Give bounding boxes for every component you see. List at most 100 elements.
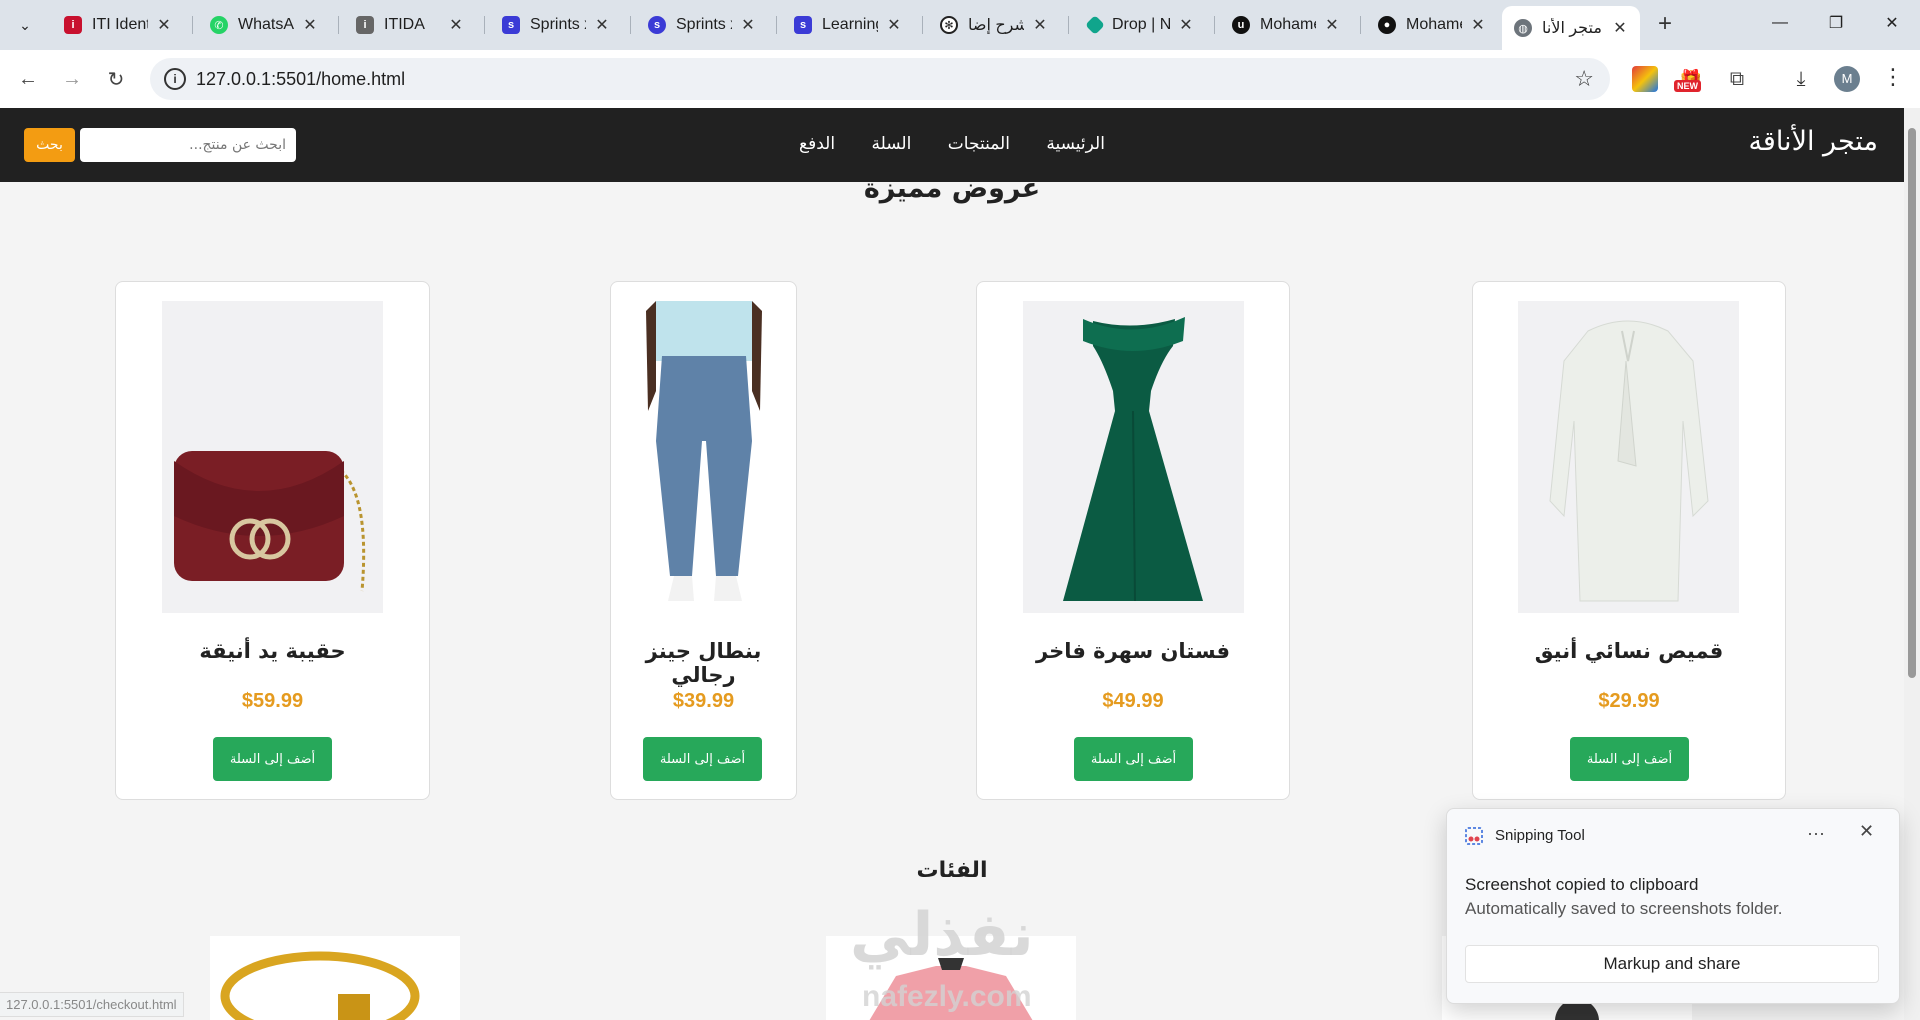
add-to-cart-button[interactable]: أضف إلى السلة [213, 737, 332, 781]
featured-title: عروض مميزة [863, 173, 1041, 204]
status-url-bar: 127.0.0.1:5501/checkout.html [0, 992, 184, 1017]
drop-icon [1085, 15, 1105, 35]
markup-and-share-button[interactable]: Markup and share [1465, 945, 1879, 983]
product-name: فستان سهرة فاخر [1036, 639, 1230, 663]
product-image-handbag[interactable] [162, 301, 383, 613]
tab-title: Sprints x [530, 16, 586, 33]
product-name: قميص نسائي أنيق [1534, 639, 1724, 663]
snipping-tool-icon [1465, 827, 1483, 845]
whatsapp-icon: ✆ [210, 16, 228, 34]
tab-close-icon[interactable]: ✕ [1470, 15, 1486, 35]
minimize-icon[interactable]: — [1752, 0, 1808, 46]
product-card: حقيبة يد أنيقة $59.99 أضف إلى السلة [115, 281, 430, 800]
product-price: $59.99 [241, 690, 304, 712]
tab-itida[interactable]: i ITIDA ✕ [344, 8, 476, 42]
add-to-cart-button[interactable]: أضف إلى السلة [643, 737, 762, 781]
scrollbar-thumb[interactable] [1908, 128, 1916, 678]
tab-active-store[interactable]: ◍ متجر الأنا ✕ [1502, 6, 1640, 50]
new-tab-plus-icon[interactable]: + [1650, 10, 1680, 40]
tab-title: WhatsAp [238, 16, 294, 33]
add-to-cart-button[interactable]: أضف إلى السلة [1074, 737, 1193, 781]
tab-close-icon[interactable]: ✕ [594, 15, 610, 35]
sprints-icon: s [794, 16, 812, 34]
address-url[interactable]: 127.0.0.1:5501/home.html [196, 69, 405, 90]
tab-close-icon[interactable]: ✕ [302, 15, 318, 35]
download-icon[interactable]: ⤓ [1788, 66, 1814, 92]
extensions-puzzle-icon[interactable]: ⧉ [1724, 66, 1750, 92]
sprints-icon: s [502, 16, 520, 34]
toast-subtext: Automatically saved to screenshots folde… [1465, 899, 1783, 918]
tab-title: Sprints x [676, 16, 732, 33]
tab-title: Mohame [1406, 16, 1462, 33]
tab-close-icon[interactable]: ✕ [1178, 15, 1194, 35]
forward-icon[interactable]: → [56, 63, 88, 95]
iti-icon: i [64, 16, 82, 34]
tab-chatgpt[interactable]: ✻ شرح إضا ✕ [928, 8, 1060, 42]
reload-icon[interactable]: ↻ [100, 63, 132, 95]
profile-avatar[interactable]: M [1834, 66, 1860, 92]
nav-checkout[interactable]: الدفع [799, 134, 835, 154]
product-card: قميص نسائي أنيق $29.99 أضف إلى السلة [1472, 281, 1786, 800]
product-image-jeans[interactable] [634, 301, 774, 613]
tab-sprints-1[interactable]: s Sprints x ✕ [490, 8, 622, 42]
restore-icon[interactable]: ❐ [1808, 0, 1864, 46]
tab-title: Mohame [1260, 16, 1316, 33]
watermark-arabic: نفذلي [850, 900, 1034, 970]
tab-title: شرح إضا [968, 17, 1024, 34]
tab-close-icon[interactable]: ✕ [740, 15, 756, 35]
tab-title: Drop | N [1112, 16, 1170, 33]
product-price: $29.99 [1598, 690, 1660, 712]
watermark-latin: nafezly.com [862, 980, 1032, 1013]
bookmark-star-icon[interactable]: ☆ [1574, 66, 1594, 92]
product-name: حقيبة يد أنيقة [199, 639, 346, 663]
tab-github[interactable]: ● Mohame ✕ [1366, 8, 1498, 42]
product-price: $39.99 [672, 690, 735, 712]
tab-search-chevron-icon[interactable]: ⌄ [8, 8, 42, 42]
menu-kebab-icon[interactable]: ⋮ [1882, 64, 1904, 90]
product-image-blouse[interactable] [1518, 301, 1739, 613]
tab-close-icon[interactable]: ✕ [1324, 15, 1340, 35]
tab-close-icon[interactable]: ✕ [448, 15, 464, 35]
tab-whatsapp[interactable]: ✆ WhatsAp ✕ [198, 8, 330, 42]
window-close-icon[interactable]: ✕ [1864, 0, 1920, 46]
snipping-tool-notification: Snipping Tool ··· ✕ Screenshot copied to… [1446, 808, 1900, 1004]
product-image-dress[interactable] [1023, 301, 1244, 613]
page-scrollbar[interactable] [1904, 108, 1920, 1020]
search-button[interactable]: بحث [24, 128, 75, 162]
address-bar[interactable]: i 127.0.0.1:5501/home.html ☆ [150, 58, 1610, 100]
toast-app-name: Snipping Tool [1495, 827, 1585, 844]
nav-products[interactable]: المنتجات [948, 134, 1010, 154]
tab-title: ITIDA [384, 16, 425, 33]
github-icon: ● [1378, 16, 1396, 34]
search-input[interactable] [80, 128, 296, 162]
tab-learning[interactable]: s Learning ✕ [782, 8, 914, 42]
tab-close-icon[interactable]: ✕ [1612, 18, 1628, 38]
back-icon[interactable]: ← [12, 63, 44, 95]
more-options-icon[interactable]: ··· [1807, 823, 1825, 844]
extension-colorful-icon[interactable] [1632, 66, 1658, 92]
tab-sprints-2[interactable]: s Sprints x ✕ [636, 8, 768, 42]
new-badge: NEW [1674, 80, 1701, 92]
add-to-cart-button[interactable]: أضف إلى السلة [1570, 737, 1689, 781]
tab-iti[interactable]: i ITI Identi ✕ [52, 8, 184, 42]
tab-close-icon[interactable]: ✕ [156, 15, 172, 35]
toast-close-icon[interactable]: ✕ [1859, 821, 1874, 842]
product-price: $49.99 [1102, 690, 1164, 712]
openai-icon: ✻ [940, 16, 958, 34]
category-accessories[interactable] [210, 936, 460, 1020]
product-card: بنطال جينز رجالي $39.99 أضف إلى السلة [610, 281, 797, 800]
tab-close-icon[interactable]: ✕ [1032, 15, 1048, 35]
nav-home[interactable]: الرئيسية [1046, 134, 1105, 154]
browser-toolbar: ← → ↻ i 127.0.0.1:5501/home.html ☆ 🎁 NEW… [0, 50, 1920, 108]
tab-strip: ⌄ i ITI Identi ✕ ✆ WhatsAp ✕ i ITIDA ✕ s… [0, 0, 1920, 50]
tab-title: Learning [822, 16, 878, 33]
tab-close-icon[interactable]: ✕ [886, 15, 902, 35]
site-info-icon[interactable]: i [164, 68, 186, 90]
nav-cart[interactable]: السلة [872, 134, 912, 154]
tab-upwork[interactable]: u Mohame ✕ [1220, 8, 1352, 42]
itida-icon: i [356, 16, 374, 34]
upwork-icon: u [1232, 16, 1250, 34]
tab-drop[interactable]: Drop | N ✕ [1074, 8, 1206, 42]
sprints-icon: s [648, 16, 666, 34]
globe-icon: ◍ [1514, 19, 1532, 37]
